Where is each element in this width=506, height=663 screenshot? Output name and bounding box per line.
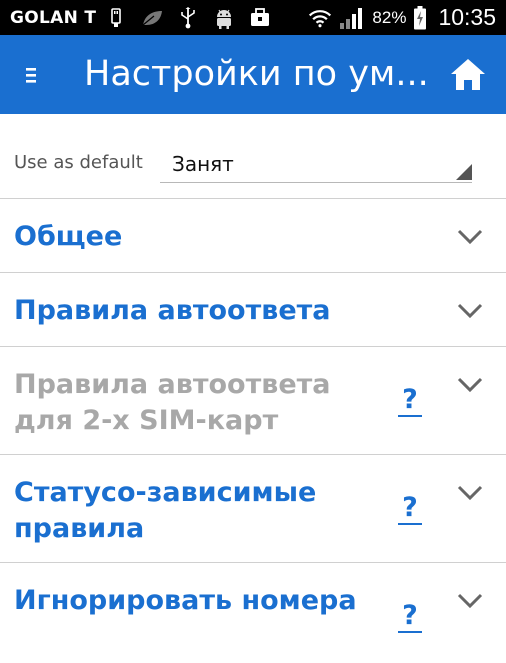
signal-icon <box>338 6 366 30</box>
wifi-icon <box>308 6 332 30</box>
carrier-name: GOLAN T <box>10 7 97 28</box>
page-title: Настройки по ум... <box>84 54 429 94</box>
chevron-down-icon[interactable] <box>456 376 484 394</box>
help-icon[interactable]: ? <box>398 493 422 525</box>
battery-percent: 82% <box>372 7 407 27</box>
section-label: Правила автоответа для 2-х SIM-карт <box>14 369 331 436</box>
section-general[interactable]: Общее <box>0 198 506 273</box>
chevron-down-icon[interactable] <box>456 228 484 246</box>
menu-icon <box>26 68 36 83</box>
battery-charging-icon <box>412 5 428 30</box>
default-setting-dropdown[interactable]: Занят <box>160 146 472 183</box>
help-icon[interactable]: ? <box>398 385 422 417</box>
chevron-down-icon[interactable] <box>456 302 484 320</box>
help-icon[interactable]: ? <box>398 601 422 633</box>
clock: 10:35 <box>438 4 496 30</box>
dropdown-corner-icon <box>456 164 472 180</box>
home-button[interactable] <box>448 55 488 95</box>
section-dual-sim-rules[interactable]: Правила автоответа для 2-х SIM-карт ? <box>0 346 506 455</box>
chevron-down-icon[interactable] <box>456 484 484 502</box>
section-ignore-numbers[interactable]: Игнорировать номера ? <box>0 562 506 663</box>
default-setting-row: Use as default Занят <box>0 114 506 198</box>
android-icon <box>212 6 236 30</box>
status-bar: GOLAN T 82% 10:35 <box>0 0 506 35</box>
notification-icons <box>104 6 272 30</box>
usb-icon <box>104 6 128 30</box>
section-label: Общее <box>14 221 123 252</box>
briefcase-icon <box>248 6 272 30</box>
status-right: 82% 10:35 <box>308 0 496 35</box>
home-icon <box>451 59 485 90</box>
section-label: Игнорировать номера <box>14 585 357 616</box>
menu-button[interactable] <box>20 57 50 93</box>
leaf-icon <box>140 6 164 30</box>
section-status-rules[interactable]: Статусо-зависимые правила ? <box>0 454 506 563</box>
section-label: Правила автоответа <box>14 295 331 326</box>
section-label: Статусо-зависимые правила <box>14 477 317 544</box>
default-setting-label: Use as default <box>14 152 143 173</box>
usb-debug-icon <box>176 6 200 30</box>
app-bar: Настройки по ум... <box>0 35 506 114</box>
chevron-down-icon[interactable] <box>456 592 484 610</box>
section-autoreply-rules[interactable]: Правила автоответа <box>0 272 506 347</box>
dropdown-selected-value: Занят <box>172 152 234 176</box>
